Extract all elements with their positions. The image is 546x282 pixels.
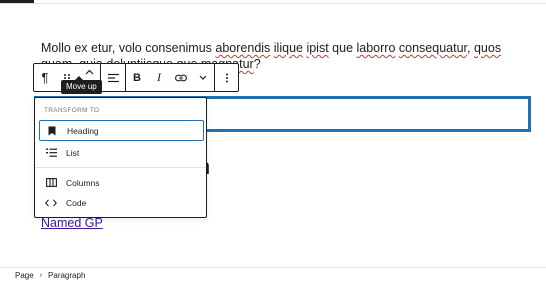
breadcrumb: Page › Paragraph bbox=[15, 271, 85, 281]
toolbar-group-format: B I bbox=[126, 64, 215, 91]
more-formats-button[interactable] bbox=[192, 64, 214, 91]
misspelled-word: ilique bbox=[273, 41, 303, 55]
align-button[interactable] bbox=[101, 64, 125, 91]
misspelled-word: laborro bbox=[356, 41, 396, 55]
popover-title: TRANSFORM TO bbox=[44, 107, 100, 114]
list-icon bbox=[44, 146, 58, 160]
menu-item-label: Heading bbox=[67, 125, 99, 136]
breadcrumb-item-paragraph[interactable]: Paragraph bbox=[48, 271, 85, 281]
paragraph-text-segment: ? bbox=[253, 57, 261, 71]
chevron-up-icon bbox=[85, 69, 93, 75]
italic-label: I bbox=[157, 70, 161, 84]
breadcrumb-separator: › bbox=[39, 272, 43, 279]
code-icon bbox=[44, 196, 58, 210]
more-vertical-icon bbox=[226, 73, 228, 82]
paragraph-text-segment: que bbox=[328, 41, 357, 55]
options-button[interactable] bbox=[215, 64, 239, 91]
menu-item-label: Code bbox=[66, 197, 87, 208]
link-button[interactable] bbox=[170, 64, 192, 91]
move-up-tooltip: Move up bbox=[61, 80, 102, 94]
misspelled-word: aborendis bbox=[215, 41, 271, 55]
link-icon bbox=[175, 74, 187, 81]
align-left-icon bbox=[107, 73, 119, 82]
paragraph-icon: ¶ bbox=[41, 70, 49, 85]
menu-item-label: Columns bbox=[66, 177, 100, 188]
bold-label: B bbox=[133, 71, 141, 84]
top-divider bbox=[0, 3, 546, 4]
block-type-button[interactable]: ¶ bbox=[34, 64, 56, 91]
misspelled-word: ipist bbox=[306, 41, 329, 55]
transform-item-columns[interactable]: Columns bbox=[39, 172, 204, 193]
transform-item-code[interactable]: Code bbox=[39, 192, 204, 213]
bookmark-icon bbox=[45, 124, 59, 138]
popover-separator bbox=[35, 167, 206, 168]
breadcrumb-item-page[interactable]: Page bbox=[15, 271, 34, 281]
misspelled-word: consequatur bbox=[398, 41, 468, 55]
paragraph-text-segment: , bbox=[467, 41, 474, 55]
italic-button[interactable]: I bbox=[148, 64, 170, 91]
transform-item-list[interactable]: List bbox=[39, 142, 204, 163]
bold-button[interactable]: B bbox=[126, 64, 148, 91]
menu-item-label: List bbox=[66, 147, 80, 158]
transform-popover: TRANSFORM TO Heading List Columns Code bbox=[34, 97, 207, 218]
footer-divider bbox=[0, 267, 546, 268]
paragraph-text-segment: Mollo ex etur, volo consenimus bbox=[41, 41, 216, 55]
toolbar-group-options bbox=[215, 64, 239, 91]
chevron-down-icon bbox=[199, 75, 207, 80]
transform-item-heading[interactable]: Heading bbox=[39, 120, 204, 141]
toolbar-group-align bbox=[101, 64, 126, 91]
columns-icon bbox=[44, 176, 58, 190]
